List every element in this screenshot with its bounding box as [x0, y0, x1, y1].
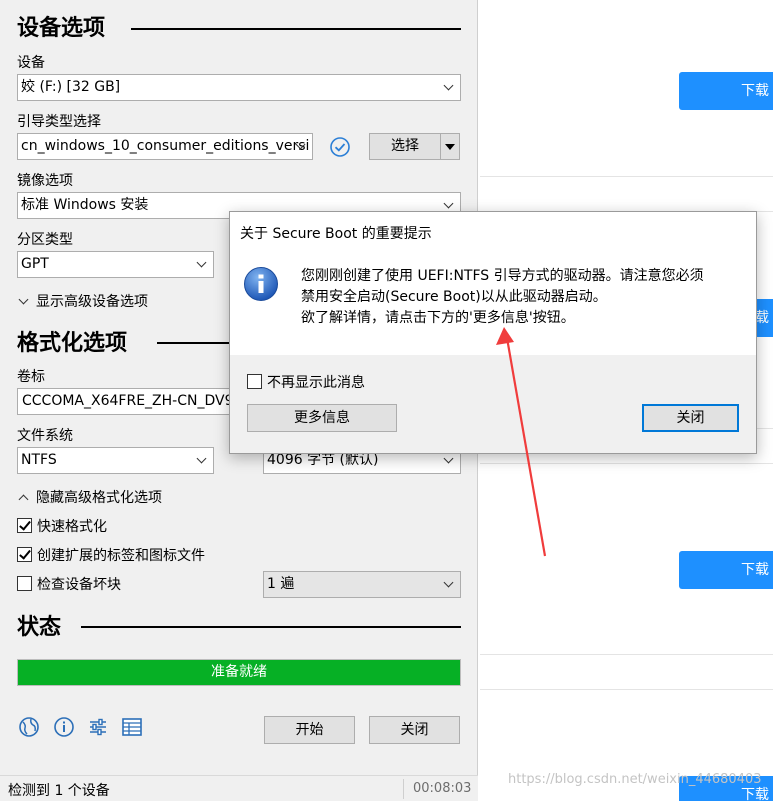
- chevron-down-icon: [443, 453, 454, 464]
- globe-icon[interactable]: [18, 716, 40, 738]
- close-app-button[interactable]: 关闭: [369, 716, 460, 744]
- log-table-icon[interactable]: [121, 716, 143, 738]
- bad-blocks-checkbox[interactable]: 检查设备坏块: [17, 574, 121, 594]
- chevron-up-icon: [18, 494, 29, 505]
- hide-advanced-format-label: 隐藏高级格式化选项: [36, 490, 162, 506]
- divider: [480, 654, 773, 655]
- passes-value: 1 遍: [267, 576, 295, 592]
- settings-sliders-icon[interactable]: [87, 716, 109, 738]
- bad-blocks-label: 检查设备坏块: [37, 577, 121, 593]
- volume-label-value: CCCOMA_X64FRE_ZH-CN_DV9: [22, 393, 234, 409]
- dialog-title: 关于 Secure Boot 的重要提示: [240, 226, 432, 242]
- select-image-button[interactable]: 选择: [369, 133, 441, 160]
- format-options-heading: 格式化选项: [17, 331, 128, 356]
- image-option-value: 标准 Windows 安装: [21, 197, 149, 213]
- checkbox-checked-icon: [17, 547, 32, 562]
- start-button[interactable]: 开始: [264, 716, 355, 744]
- dont-show-again-label: 不再显示此消息: [267, 375, 365, 391]
- check-circle-icon: [330, 137, 350, 157]
- extended-label-checkbox[interactable]: 创建扩展的标签和图标文件: [17, 545, 205, 565]
- show-advanced-device-label: 显示高级设备选项: [36, 294, 148, 310]
- dialog-message: 您刚刚创建了使用 UEFI:NTFS 引导方式的驱动器。请注意您必须 禁用安全启…: [301, 266, 704, 329]
- download-button[interactable]: 下载: [679, 551, 773, 589]
- volume-label-label: 卷标: [17, 369, 45, 385]
- passes-select[interactable]: 1 遍: [263, 571, 461, 598]
- dialog-footer: 不再显示此消息 更多信息 关闭: [230, 355, 756, 453]
- caret-down-icon: [445, 144, 455, 150]
- chevron-down-icon: [18, 294, 29, 305]
- dialog-message-line: 禁用安全启动(Secure Boot)以从此驱动器启动。: [301, 289, 607, 305]
- device-select-value: 姣 (F:) [32 GB]: [21, 79, 121, 95]
- download-button[interactable]: 下载: [679, 72, 773, 110]
- dialog-close-button[interactable]: 关闭: [642, 404, 739, 432]
- quick-format-label: 快速格式化: [37, 519, 107, 535]
- heading-rule: [81, 626, 461, 628]
- chevron-down-icon: [196, 257, 207, 268]
- elapsed-timer: 00:08:03: [413, 781, 472, 796]
- partition-type-select[interactable]: GPT: [17, 251, 214, 278]
- status-bar-divider: [403, 779, 404, 799]
- chevron-down-icon: [196, 453, 207, 464]
- show-advanced-device-toggle[interactable]: 显示高级设备选项: [18, 291, 148, 311]
- file-system-select[interactable]: NTFS: [17, 447, 214, 474]
- dialog-message-line: 您刚刚创建了使用 UEFI:NTFS 引导方式的驱动器。请注意您必须: [301, 268, 704, 284]
- hide-advanced-format-toggle[interactable]: 隐藏高级格式化选项: [18, 487, 162, 507]
- info-icon: [244, 267, 278, 301]
- checkbox-unchecked-icon: [247, 374, 262, 389]
- divider: [480, 176, 773, 177]
- device-label: 设备: [17, 55, 45, 71]
- more-info-button[interactable]: 更多信息: [247, 404, 397, 432]
- device-select[interactable]: 姣 (F:) [32 GB]: [17, 74, 461, 101]
- status-progress-bar: 准备就绪: [17, 659, 461, 686]
- divider: [480, 463, 773, 464]
- chevron-down-icon: [443, 577, 454, 588]
- checkbox-unchecked-icon: [17, 576, 32, 591]
- file-system-label: 文件系统: [17, 428, 73, 444]
- divider: [480, 689, 773, 690]
- partition-type-label: 分区类型: [17, 232, 73, 248]
- boot-selection-select[interactable]: cn_windows_10_consumer_editions_versi: [17, 133, 313, 160]
- status-bar: 检测到 1 个设备 00:08:03: [0, 775, 478, 801]
- dont-show-again-checkbox[interactable]: 不再显示此消息: [247, 372, 365, 392]
- secure-boot-dialog: 关于 Secure Boot 的重要提示 您刚刚创建了使用 UEFI:NTFS …: [229, 211, 757, 454]
- boot-selection-value: cn_windows_10_consumer_editions_versi: [21, 138, 310, 154]
- heading-rule: [131, 28, 461, 30]
- info-icon[interactable]: [53, 716, 75, 738]
- watermark: https://blog.csdn.net/weixin_44680403: [508, 772, 762, 787]
- chevron-down-icon: [443, 80, 454, 91]
- extended-label-label: 创建扩展的标签和图标文件: [37, 548, 205, 564]
- chevron-down-icon: [443, 198, 454, 209]
- boot-type-label: 引导类型选择: [17, 114, 101, 130]
- status-heading: 状态: [17, 615, 62, 640]
- checkbox-checked-icon: [17, 518, 32, 533]
- quick-format-checkbox[interactable]: 快速格式化: [17, 516, 107, 536]
- device-options-heading: 设备选项: [17, 16, 106, 41]
- select-dropdown-button[interactable]: [440, 133, 460, 160]
- cluster-size-value: 4096 字节 (默认): [267, 452, 379, 468]
- dialog-message-line: 欲了解详情，请点击下方的'更多信息'按钮。: [301, 310, 575, 326]
- partition-type-value: GPT: [21, 256, 49, 272]
- file-system-value: NTFS: [21, 452, 57, 468]
- image-option-label: 镜像选项: [17, 173, 73, 189]
- status-bar-text: 检测到 1 个设备: [8, 783, 110, 799]
